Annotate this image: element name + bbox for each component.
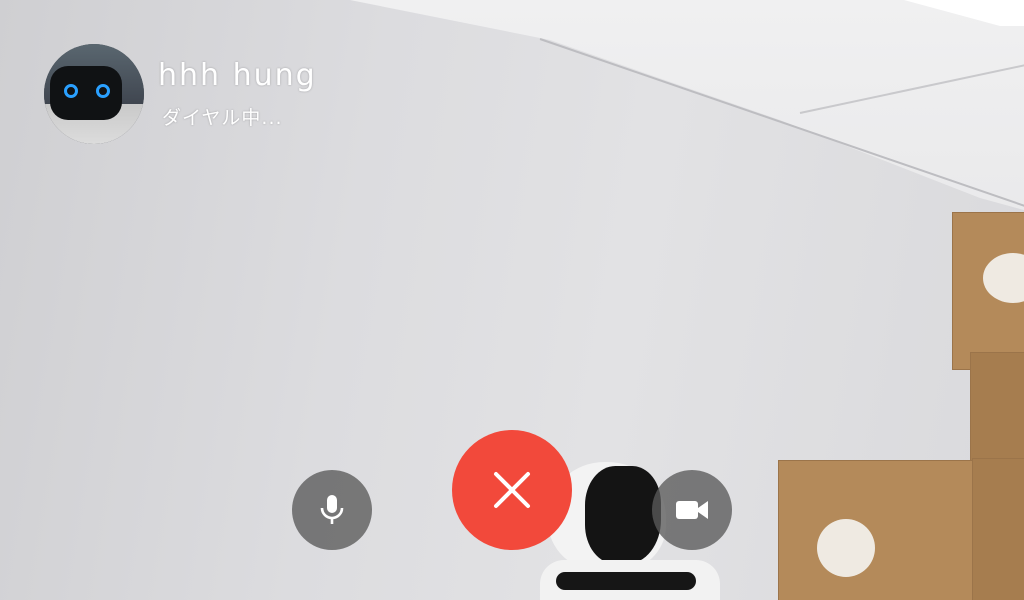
caller-info: hhh hung ダイヤル中... xyxy=(158,57,317,130)
microphone-icon xyxy=(320,495,344,524)
close-icon xyxy=(494,472,530,508)
cardboard-box xyxy=(970,352,1024,464)
robot-face xyxy=(585,466,661,564)
caller-name: hhh hung xyxy=(158,57,317,93)
cardboard-box xyxy=(952,212,1024,370)
robot-band xyxy=(556,572,696,590)
cardboard-box xyxy=(778,460,990,600)
avatar xyxy=(44,44,144,144)
video-toggle-button[interactable] xyxy=(652,470,732,550)
end-call-button[interactable] xyxy=(452,430,572,550)
cardboard-box xyxy=(972,458,1024,600)
mute-button[interactable] xyxy=(292,470,372,550)
video-camera-icon xyxy=(676,501,708,519)
call-header: hhh hung ダイヤル中... xyxy=(44,44,317,144)
call-status: ダイヤル中... xyxy=(162,106,283,129)
